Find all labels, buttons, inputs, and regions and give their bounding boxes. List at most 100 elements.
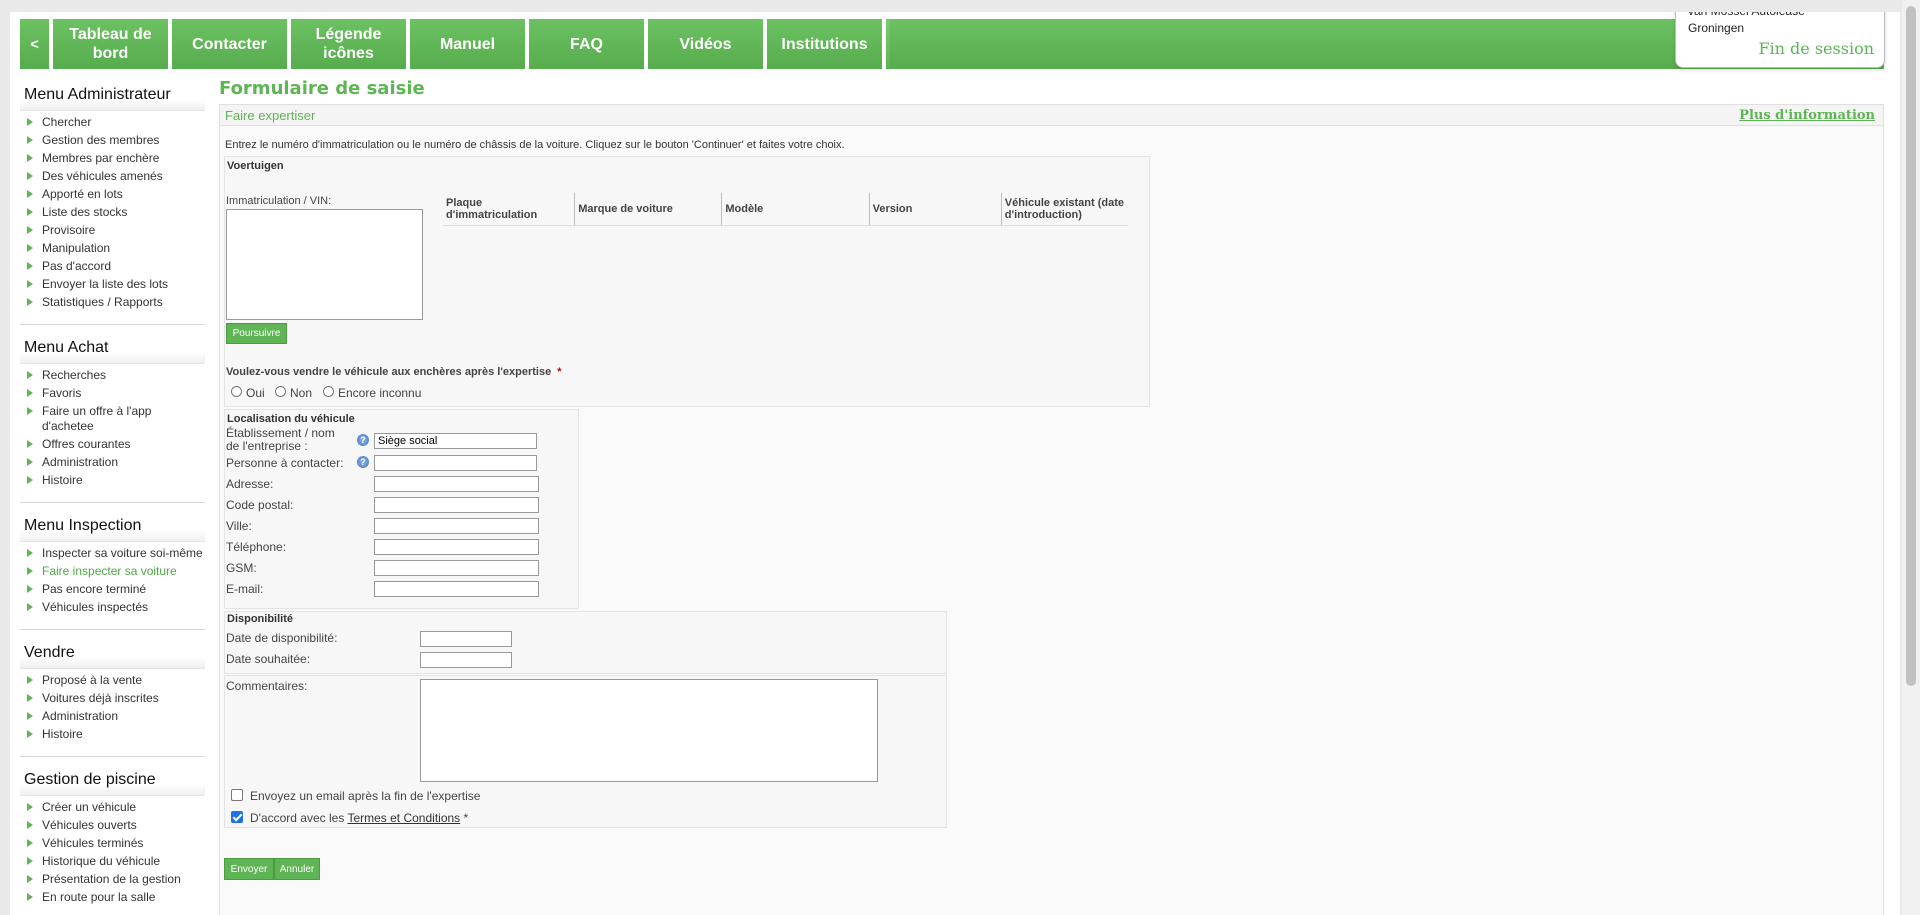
agree-suffix: * (460, 811, 469, 825)
scrollbar-thumb[interactable] (1906, 6, 1916, 686)
terms-link[interactable]: Termes et Conditions (347, 811, 460, 825)
sidebar-item-not-finished[interactable]: Pas encore terminé (25, 582, 205, 597)
mobile-label: GSM: (226, 561, 257, 575)
email-input[interactable] (374, 581, 539, 597)
mobile-input[interactable] (374, 560, 539, 576)
send-button[interactable]: Envoyer (224, 858, 274, 880)
nav-institutions[interactable]: Institutions (767, 19, 886, 69)
nav-faq[interactable]: FAQ (529, 19, 648, 69)
company-line-2: Groningen (1688, 21, 1745, 35)
company-label: Établissement / nom de l'entreprise : (226, 426, 335, 453)
help-icon[interactable]: ? (357, 456, 369, 468)
sidebar-item-favorites[interactable]: Favoris (25, 386, 205, 401)
sidebar-item-offered-for-sale[interactable]: Proposé à la vente (25, 673, 205, 688)
menu-admin-title: Menu Administrateur (20, 82, 205, 111)
sidebar-item-purchase-history[interactable]: Histoire (25, 473, 205, 488)
nav-videos[interactable]: Vidéos (648, 19, 767, 69)
contact-label: Personne à contacter: (226, 456, 344, 470)
sidebar-item-inspected-vehicles[interactable]: Véhicules inspectés (25, 600, 205, 615)
help-icon[interactable]: ? (357, 434, 369, 446)
contact-input[interactable] (374, 455, 537, 471)
sidebar-item-handling[interactable]: Manipulation (25, 241, 205, 256)
menu-inspection: Menu Inspection Inspecter sa voiture soi… (20, 513, 205, 630)
availability-fieldset: Disponibilité Date de disponibilité: Dat… (224, 611, 947, 674)
city-input[interactable] (374, 518, 539, 534)
menu-purchase: Menu Achat Recherches Favoris Faire un o… (20, 335, 205, 503)
vertical-scrollbar[interactable] (1902, 0, 1920, 915)
availability-date-label: Date de disponibilité: (226, 631, 338, 645)
col-version: Version (868, 193, 1002, 226)
sidebar-item-create-vehicle[interactable]: Créer un véhicule (25, 800, 205, 815)
divider (20, 502, 205, 503)
menu-admin: Menu Administrateur Chercher Gestion des… (20, 82, 205, 325)
radio-unknown[interactable] (323, 386, 334, 397)
sidebar-item-en-route[interactable]: En route pour la salle (25, 890, 205, 905)
page-title: Formulaire de saisie (219, 78, 425, 99)
availability-legend: Disponibilité (227, 613, 293, 625)
sidebar-item-have-inspected[interactable]: Faire inspecter sa voiture (25, 564, 205, 579)
sidebar-item-search[interactable]: Chercher (25, 115, 205, 130)
sidebar-item-provisional[interactable]: Provisoire (25, 223, 205, 238)
email-after-checkbox[interactable] (231, 789, 243, 801)
logout-link[interactable]: Fin de session (1758, 39, 1874, 58)
sidebar-item-current-offers[interactable]: Offres courantes (25, 437, 205, 452)
email-after-label: Envoyez un email après la fin de l'exper… (250, 789, 481, 803)
sidebar-item-vehicle-history[interactable]: Historique du véhicule (25, 854, 205, 869)
sidebar-item-open-vehicles[interactable]: Véhicules ouverts (25, 818, 205, 833)
required-mark: * (557, 366, 562, 378)
sidebar-item-brought-in-lots[interactable]: Apporté en lots (25, 187, 205, 202)
radio-no[interactable] (275, 386, 286, 397)
sidebar-item-members-per-auction[interactable]: Membres par enchère (25, 151, 205, 166)
divider (20, 629, 205, 630)
continue-button[interactable]: Poursuivre (226, 323, 287, 344)
vin-input[interactable] (226, 209, 423, 320)
intro-text: Entrez le numéro d'immatriculation ou le… (225, 139, 845, 151)
sidebar-item-registered-cars[interactable]: Voitures déjà inscrites (25, 691, 205, 706)
sidebar-item-sell-history[interactable]: Histoire (25, 727, 205, 742)
sidebar-item-purchase-administration[interactable]: Administration (25, 455, 205, 470)
radio-yes[interactable] (231, 386, 242, 397)
sidebar-item-vehicles-brought[interactable]: Des véhicules amenés (25, 169, 205, 184)
nav-icon-legend[interactable]: Légende icônes (291, 19, 410, 69)
company-line-1: van Mossel Autolease (1688, 12, 1878, 20)
company-name: van Mossel Autolease Groningen (1688, 12, 1878, 37)
agree-prefix: D'accord avec les (250, 811, 348, 825)
sidebar-item-searches[interactable]: Recherches (25, 368, 205, 383)
top-navigation: < Tableau de bord Contacter Légende icôn… (20, 12, 1885, 69)
sidebar-item-self-inspect[interactable]: Inspecter sa voiture soi-même (25, 546, 205, 561)
company-input[interactable] (374, 433, 537, 449)
nav-back-button[interactable]: < (20, 19, 53, 69)
sidebar-item-make-offer[interactable]: Faire un offre à l'app d'achetee (25, 404, 205, 434)
location-legend: Localisation du véhicule (227, 413, 355, 425)
sidebar-item-statistics[interactable]: Statistiques / Rapports (25, 295, 205, 310)
desired-date-input[interactable] (420, 652, 512, 668)
panel-title: Faire expertiser (225, 108, 316, 123)
menu-sell: Vendre Proposé à la vente Voitures déjà … (20, 640, 205, 757)
sidebar-item-sell-administration[interactable]: Administration (25, 709, 205, 724)
page: < Tableau de bord Contacter Légende icôn… (10, 12, 1900, 915)
nav-contact[interactable]: Contacter (172, 19, 291, 69)
menu-pool: Gestion de piscine Créer un véhicule Véh… (20, 767, 205, 905)
radio-no-label: Non (290, 386, 313, 400)
sidebar-item-send-lot-list[interactable]: Envoyer la liste des lots (25, 277, 205, 292)
sidebar-item-finished-vehicles[interactable]: Véhicules terminés (25, 836, 205, 851)
agree-terms-checkbox[interactable] (231, 811, 243, 823)
cancel-button[interactable]: Annuler (274, 858, 320, 880)
phone-input[interactable] (374, 539, 539, 555)
agree-terms-label: D'accord avec les Termes et Conditions * (250, 811, 468, 825)
availability-date-input[interactable] (420, 631, 512, 647)
more-info-link[interactable]: Plus d'information (1739, 108, 1875, 123)
radio-unknown-label: Encore inconnu (338, 386, 422, 400)
sidebar-item-management-overview[interactable]: Présentation de la gestion (25, 872, 205, 887)
postal-code-input[interactable] (374, 497, 539, 513)
address-input[interactable] (374, 476, 539, 492)
sidebar: Menu Administrateur Chercher Gestion des… (20, 82, 205, 915)
sidebar-item-member-management[interactable]: Gestion des membres (25, 133, 205, 148)
sidebar-item-stock-list[interactable]: Liste des stocks (25, 205, 205, 220)
city-label: Ville: (226, 519, 252, 533)
nav-manual[interactable]: Manuel (410, 19, 529, 69)
sidebar-item-not-agreed[interactable]: Pas d'accord (25, 259, 205, 274)
phone-label: Téléphone: (226, 540, 287, 554)
comments-textarea[interactable] (420, 679, 878, 782)
nav-dashboard[interactable]: Tableau de bord (53, 19, 172, 69)
